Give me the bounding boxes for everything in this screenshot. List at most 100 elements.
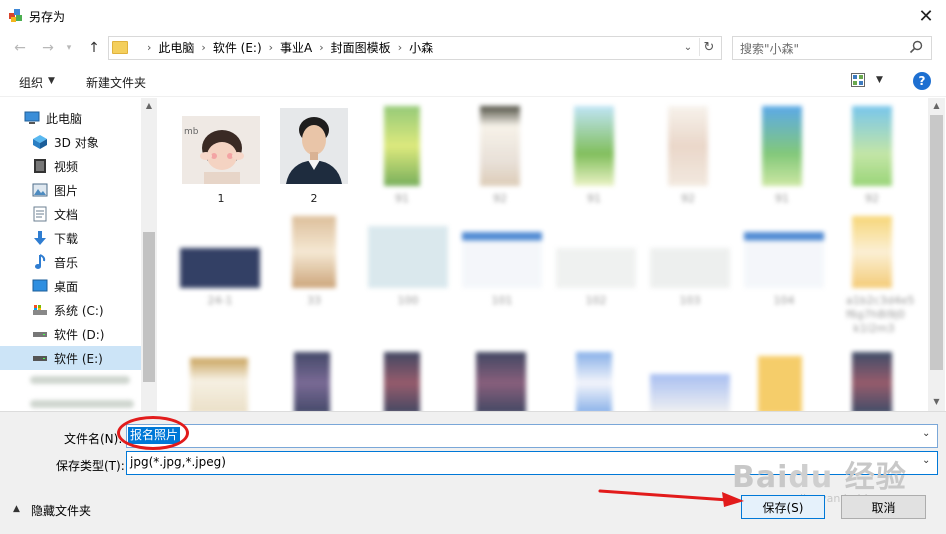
blurred-file-thumbnail[interactable] xyxy=(384,352,420,411)
watermark-logo: Baidu 经验 xyxy=(732,460,907,495)
recent-locations-button[interactable]: ▾ xyxy=(62,38,76,58)
arrow-right-icon: → xyxy=(42,40,54,56)
chevron-down-icon[interactable]: ⌄ xyxy=(922,455,930,466)
blurred-file-thumbnail[interactable] xyxy=(758,356,802,411)
blurred-file-thumbnail[interactable] xyxy=(576,352,612,411)
nav-item-downloads[interactable]: 下载 xyxy=(32,226,157,250)
blurred-file-thumbnail[interactable] xyxy=(294,352,330,411)
blurred-file-thumbnail[interactable] xyxy=(650,374,730,411)
chevron-up-icon[interactable]: ▲ xyxy=(13,504,20,514)
refresh-button[interactable]: ↻ xyxy=(699,38,718,56)
blurred-file-thumbnail[interactable] xyxy=(462,232,542,288)
close-button[interactable]: ✕ xyxy=(906,0,946,32)
search-icon xyxy=(909,40,923,54)
nav-item-videos[interactable]: 视频 xyxy=(32,154,157,178)
blurred-file-thumbnail[interactable] xyxy=(852,216,892,288)
chevron-down-icon: ▼ xyxy=(48,76,55,86)
filetype-label: 保存类型(T): xyxy=(56,459,125,473)
blurred-file-thumbnail[interactable] xyxy=(292,216,336,288)
breadcrumb: › 此电脑 › 软件 (E:) › 事业A › 封面图模板 › 小森 xyxy=(112,38,433,56)
breadcrumb-item[interactable]: 封面图模板 xyxy=(331,39,391,56)
scroll-down-icon[interactable]: ▼ xyxy=(930,397,943,409)
arrow-up-icon: ↑ xyxy=(88,40,100,56)
blurred-file-thumbnail[interactable] xyxy=(368,226,448,288)
nav-item-music[interactable]: 音乐 xyxy=(32,250,157,274)
blurred-file-thumbnail[interactable] xyxy=(650,248,730,288)
desktop-icon xyxy=(32,278,48,294)
nav-item-drive-c[interactable]: 系统 (C:) xyxy=(32,298,157,322)
file-label[interactable]: 1 xyxy=(182,192,260,205)
organize-button[interactable]: 组织 xyxy=(19,74,43,91)
blurred-file-thumbnail[interactable] xyxy=(384,106,420,186)
blurred-file-thumbnail[interactable] xyxy=(180,248,260,288)
scroll-up-icon[interactable]: ▲ xyxy=(930,101,943,113)
annotation-circle xyxy=(117,416,189,450)
content-scrollbar-thumb[interactable] xyxy=(930,115,943,370)
filetype-value: jpg(*.jpg,*.jpeg) xyxy=(130,455,226,469)
blurred-file-label: 91 xyxy=(775,192,789,205)
blurred-file-thumbnail[interactable] xyxy=(762,106,802,186)
blurred-file-thumbnail[interactable] xyxy=(852,106,892,186)
close-icon: ✕ xyxy=(918,5,934,27)
cancel-button[interactable]: 取消 xyxy=(841,495,926,519)
download-icon xyxy=(32,230,48,246)
arrow-left-icon: ← xyxy=(14,40,26,56)
address-dropdown-button[interactable]: ⌄ xyxy=(680,38,696,56)
chevron-down-icon[interactable]: ⌄ xyxy=(922,428,930,439)
nav-item-3d-objects[interactable]: 3D 对象 xyxy=(32,130,157,154)
filename-input[interactable] xyxy=(126,424,938,448)
chevron-right-icon: › xyxy=(268,40,274,54)
nav-item-drive-d[interactable]: 软件 (D:) xyxy=(32,322,157,346)
nav-item-desktop[interactable]: 桌面 xyxy=(32,274,157,298)
new-folder-button[interactable]: 新建文件夹 xyxy=(86,74,146,91)
blurred-file-label: a1b2c3d4e5 f6g7h8i9j0 k1l2m3 xyxy=(846,294,915,335)
video-icon xyxy=(32,158,48,174)
chevron-down-icon[interactable]: ▼ xyxy=(876,75,883,85)
window-title: 另存为 xyxy=(29,10,66,24)
chevron-right-icon: › xyxy=(201,40,206,54)
nav-item-pictures[interactable]: 图片 xyxy=(32,178,157,202)
blurred-file-thumbnail[interactable] xyxy=(476,352,526,411)
blurred-file-thumbnail[interactable] xyxy=(668,106,708,186)
app-icon xyxy=(9,9,22,22)
view-options-icon[interactable] xyxy=(851,73,865,87)
blurred-file-label: 102 xyxy=(585,294,607,307)
blurred-file-label: 92 xyxy=(493,192,507,205)
up-button[interactable]: ↑ xyxy=(84,38,104,58)
breadcrumb-item[interactable]: 此电脑 xyxy=(158,39,194,56)
blurred-file-thumbnail[interactable] xyxy=(556,248,636,288)
help-icon[interactable]: ? xyxy=(913,72,931,90)
file-label[interactable]: 2 xyxy=(280,192,348,205)
breadcrumb-item[interactable]: 事业A xyxy=(280,39,312,56)
breadcrumb-item[interactable]: 小森 xyxy=(409,39,433,56)
breadcrumb-item[interactable]: 软件 (E:) xyxy=(213,39,262,56)
blurred-file-thumbnail[interactable] xyxy=(190,358,248,411)
nav-item-drive-e[interactable]: 软件 (E:) xyxy=(0,346,141,370)
nav-item-documents[interactable]: 文档 xyxy=(32,202,157,226)
file-thumbnail-1[interactable]: mb xyxy=(182,116,260,184)
file-thumbnail-2[interactable] xyxy=(280,108,348,184)
blurred-file-thumbnail[interactable] xyxy=(574,106,614,186)
blurred-file-label: 91 xyxy=(587,192,601,205)
blurred-file-label: 104 xyxy=(773,294,795,307)
blurred-file-thumbnail[interactable] xyxy=(852,352,892,411)
drive-c-icon xyxy=(32,302,48,318)
computer-icon xyxy=(24,110,40,126)
music-icon xyxy=(32,254,48,270)
filename-label: 文件名(N): xyxy=(64,432,123,446)
nav-scrollbar-thumb[interactable] xyxy=(143,232,155,382)
scroll-up-icon[interactable]: ▲ xyxy=(143,101,155,113)
back-button[interactable]: ← xyxy=(10,38,30,58)
search-placeholder: 搜索"小森" xyxy=(740,42,800,56)
chevron-right-icon: › xyxy=(319,40,324,54)
file-list: mb 1 2 91 92 91 92 91 92 24-1 33 100 101… xyxy=(158,98,928,411)
blurred-file-thumbnail[interactable] xyxy=(480,106,520,186)
hide-folders-toggle[interactable]: 隐藏文件夹 xyxy=(31,502,91,519)
blurred-file-thumbnail[interactable] xyxy=(744,232,824,288)
chevron-right-icon: › xyxy=(397,40,403,54)
annotation-arrow xyxy=(598,489,744,507)
forward-button[interactable]: → xyxy=(38,38,58,58)
nav-item-this-pc[interactable]: 此电脑 xyxy=(24,106,157,130)
save-button[interactable]: 保存(S) xyxy=(741,495,825,519)
drive-icon xyxy=(32,326,48,342)
